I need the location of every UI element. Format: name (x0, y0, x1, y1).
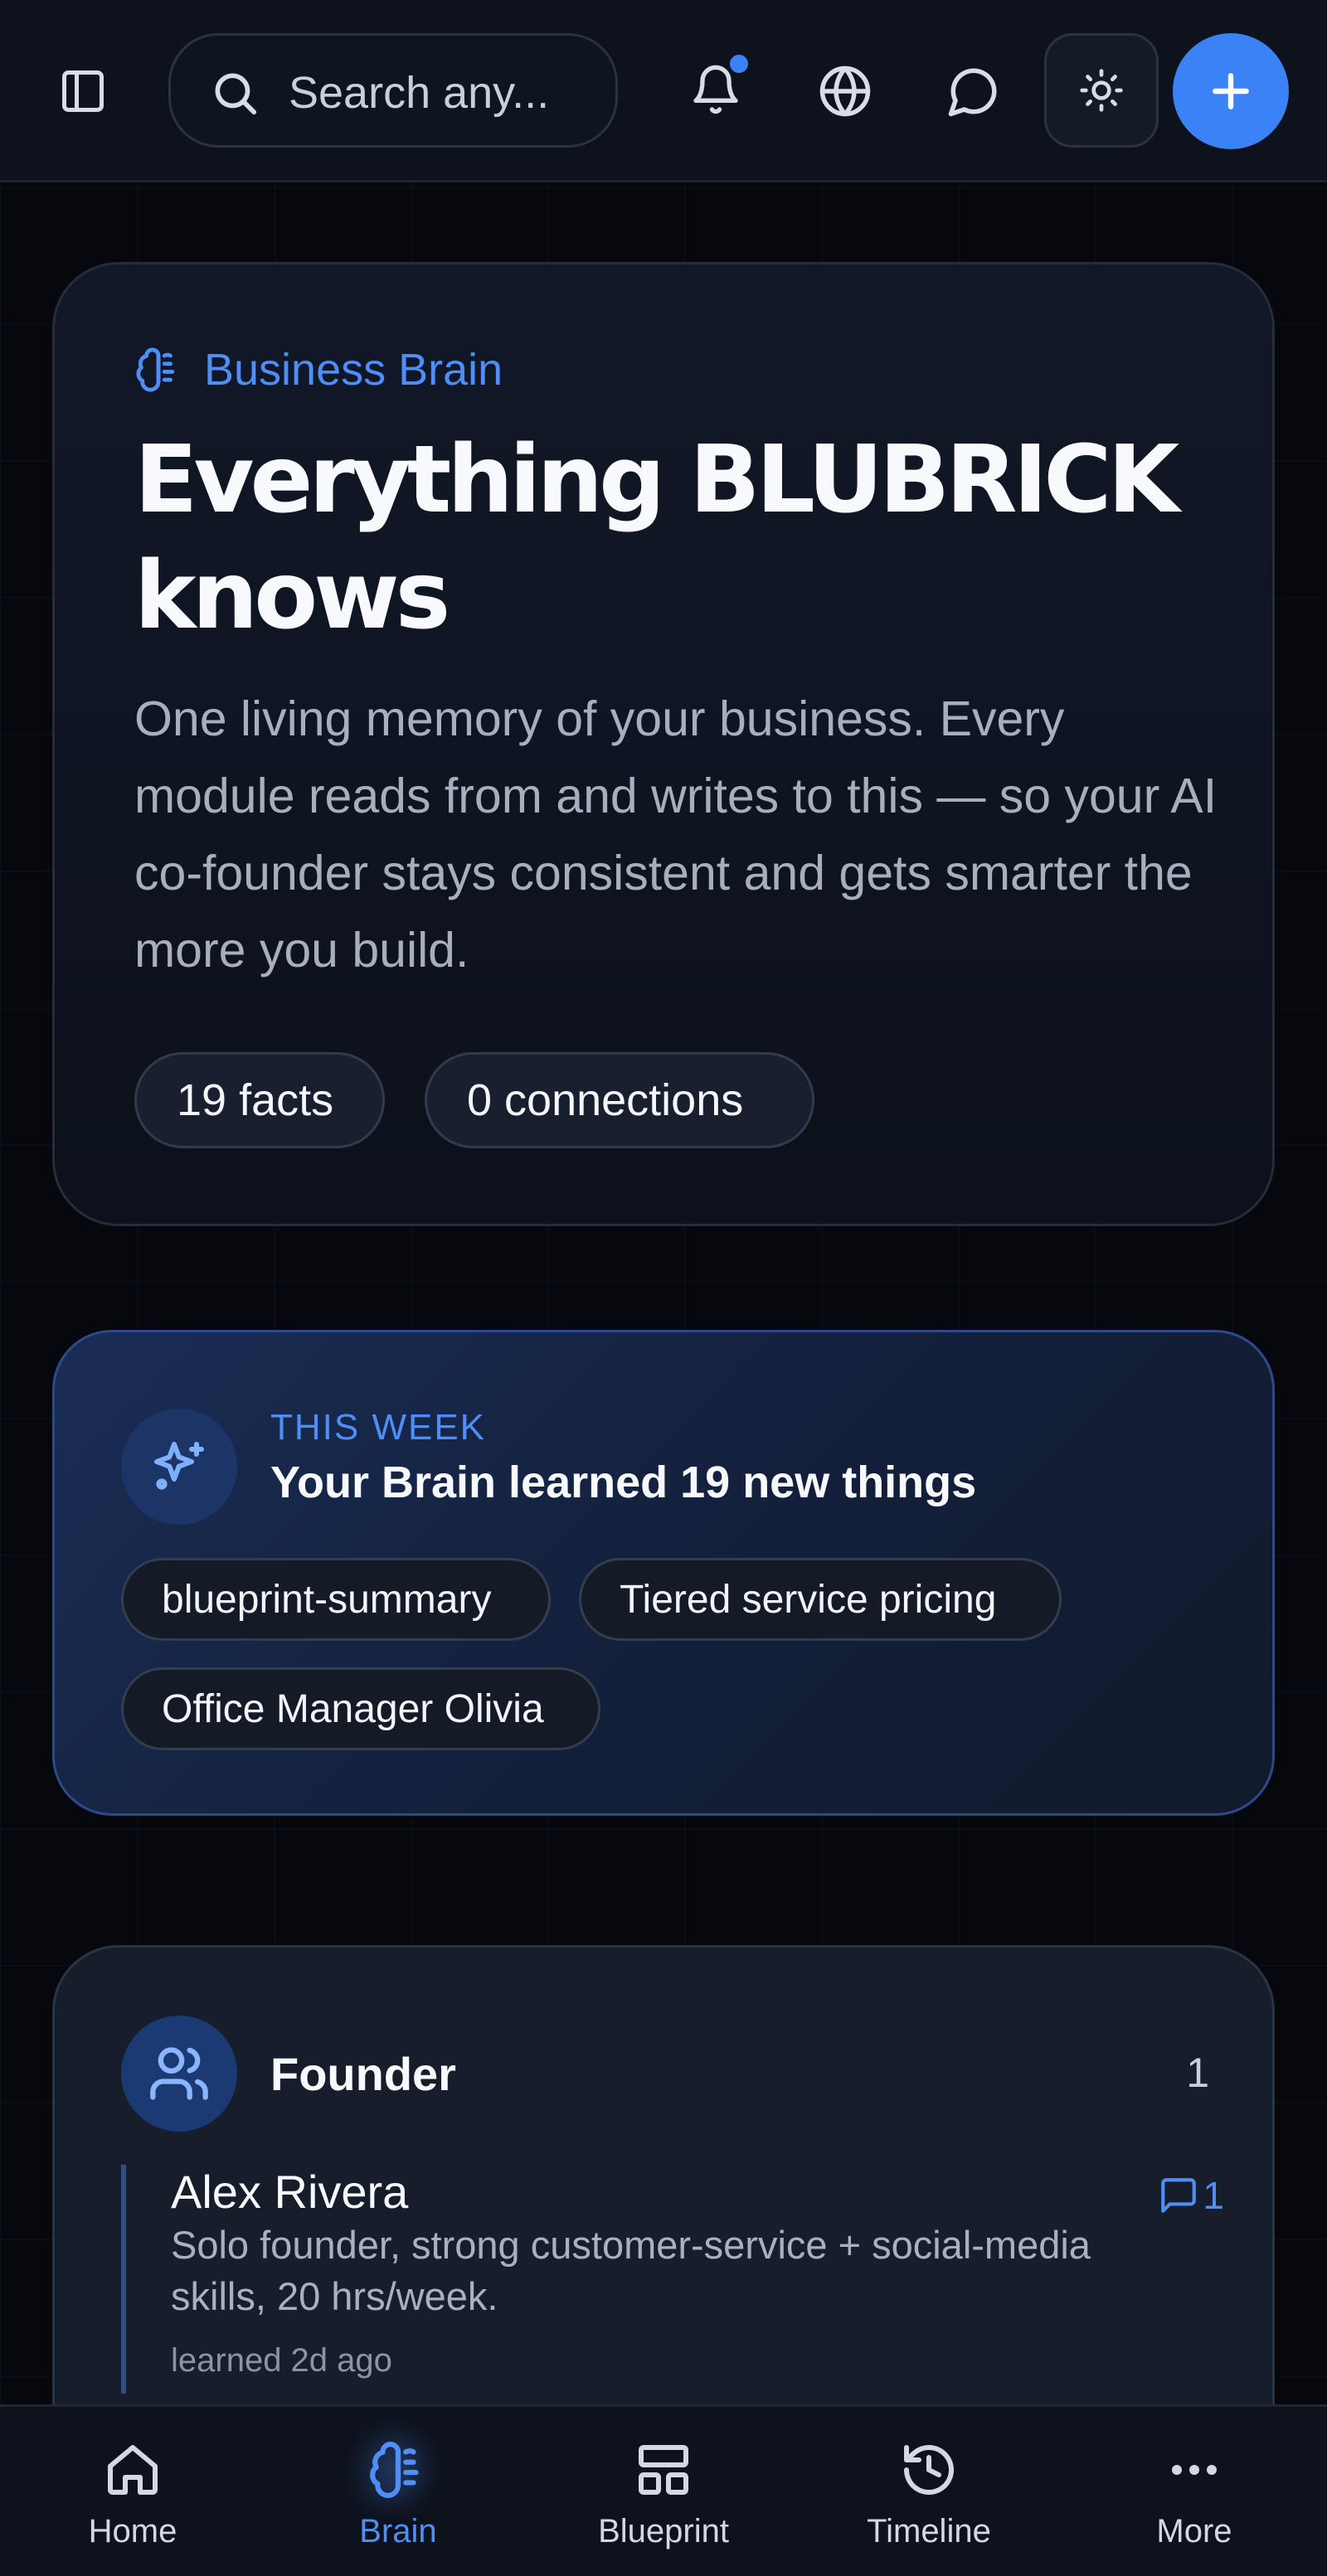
sidebar-toggle-icon (62, 70, 104, 112)
sparkles-icon (154, 1442, 204, 1490)
nav-item-timeline[interactable]: Timeline (796, 2407, 1062, 2576)
page-title: Everything BLUBRICK knows (134, 426, 1179, 650)
fact-entry[interactable]: Alex Rivera Solo founder, strong custome… (121, 2165, 1224, 2394)
fact-description: Solo founder, strong customer-service + … (171, 2223, 1091, 2318)
brain-icon (365, 2437, 431, 2503)
learned-tag[interactable]: Office Manager Olivia (121, 1667, 600, 1750)
hero-eyebrow-label: Business Brain (204, 345, 503, 395)
nav-label-blueprint: Blueprint (598, 2513, 729, 2549)
more-icon (1161, 2437, 1227, 2503)
search-bar[interactable] (168, 33, 618, 148)
top-bar (0, 0, 1327, 182)
fact-name: Alex Rivera (171, 2166, 409, 2218)
brain-icon (136, 347, 175, 392)
nav-label-more: More (1156, 2513, 1232, 2549)
users-icon (150, 2047, 208, 2100)
comments-button[interactable]: 1 (1158, 2173, 1224, 2218)
users-badge (121, 2016, 237, 2132)
comment-icon (1161, 2178, 1197, 2213)
blueprint-icon (630, 2437, 697, 2503)
language-button[interactable] (812, 58, 878, 124)
hero-description: One living memory of your business. Ever… (134, 691, 1218, 978)
nav-label-timeline: Timeline (867, 2513, 991, 2549)
search-icon (209, 67, 260, 119)
hero-eyebrow: Business Brain (134, 344, 503, 395)
fact-timestamp: learned 2d ago (171, 2342, 392, 2379)
history-icon (896, 2437, 962, 2503)
create-button[interactable] (1173, 33, 1289, 149)
nav-item-home[interactable]: Home (0, 2407, 265, 2576)
nav-label-brain: Brain (359, 2513, 437, 2549)
sparkles-badge (121, 1409, 237, 1525)
learned-tag[interactable]: Tiered service pricing (579, 1558, 1062, 1641)
home-icon (100, 2437, 166, 2503)
chat-button[interactable] (941, 58, 1007, 124)
search-input[interactable] (289, 61, 604, 125)
theme-toggle-button[interactable] (1044, 33, 1159, 148)
connections-count-pill[interactable]: 0 connections (425, 1052, 814, 1148)
globe-icon (819, 65, 871, 117)
week-title: Your Brain learned 19 new things (270, 1458, 977, 1507)
nav-item-blueprint[interactable]: Blueprint (531, 2407, 796, 2576)
nav-item-more[interactable]: More (1062, 2407, 1327, 2576)
section-title: Founder (270, 2048, 456, 2100)
nav-label-home: Home (88, 2513, 177, 2549)
plus-icon (1213, 73, 1249, 109)
nav-item-brain[interactable]: Brain (265, 2407, 531, 2576)
learned-tag[interactable]: blueprint-summary (121, 1558, 551, 1641)
this-week-card: THIS WEEK Your Brain learned 19 new thin… (52, 1330, 1275, 1816)
chat-icon (948, 68, 997, 117)
facts-count-pill[interactable]: 19 facts (134, 1052, 385, 1148)
week-eyebrow: THIS WEEK (270, 1407, 487, 1448)
notification-badge (727, 51, 751, 76)
sun-icon (1080, 69, 1123, 112)
brain-hero-card: Business Brain Everything BLUBRICK knows… (52, 262, 1275, 1226)
comment-count: 1 (1203, 2174, 1224, 2217)
bottom-navigation: Home Brain Blueprint Timeline More (0, 2404, 1327, 2576)
sidebar-toggle-button[interactable] (50, 58, 116, 124)
section-count: 1 (1186, 2050, 1209, 2096)
